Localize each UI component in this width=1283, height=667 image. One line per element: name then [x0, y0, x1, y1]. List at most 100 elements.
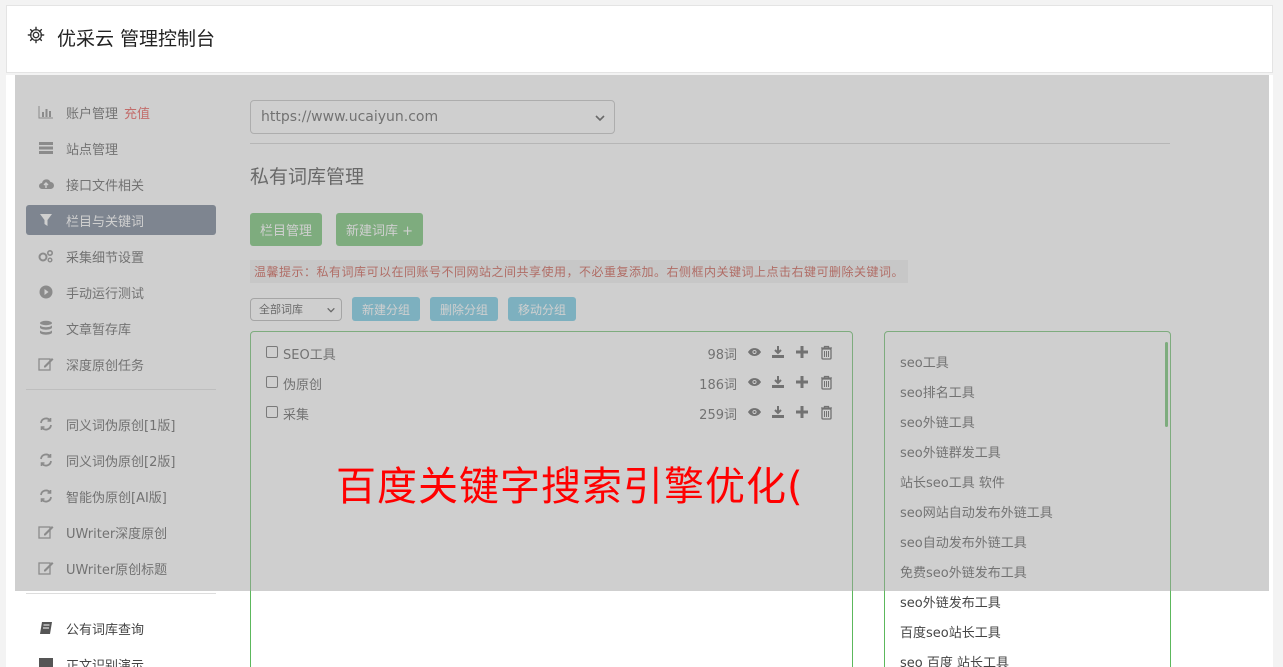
lexicon-row: 采集 259词	[251, 392, 852, 423]
keyword-item[interactable]: seo网站自动发布外链工具	[885, 496, 1170, 526]
move-group-button[interactable]: 移动分组	[508, 297, 577, 321]
sidebar-item-label: 站点管理	[66, 142, 119, 158]
gears-icon	[38, 248, 54, 264]
sidebar-divider	[26, 389, 216, 390]
site-select[interactable]: https://www.ucaiyun.com	[250, 100, 615, 134]
sidebar-item-sites[interactable]: 站点管理	[26, 133, 216, 163]
sidebar-item-synonym-v2[interactable]: 同义词伪原创[2版]	[26, 445, 216, 475]
sidebar-item-label: 正文识别演示	[66, 658, 145, 667]
book-icon	[38, 620, 54, 636]
lexicon-count: 259词	[699, 408, 737, 423]
play-icon	[38, 284, 54, 300]
column-manage-button[interactable]: 栏目管理	[250, 213, 323, 246]
keyword-item[interactable]: 站长seo工具 软件	[885, 466, 1170, 496]
sidebar-item-label: 同义词伪原创[1版]	[66, 418, 176, 434]
refresh-icon	[38, 452, 54, 468]
sidebar-item-label: 采集细节设置	[66, 250, 145, 266]
sidebar-item-article-storage[interactable]: 文章暂存库	[26, 313, 216, 343]
sidebar-item-uwriter-deep[interactable]: UWriter深度原创	[26, 517, 216, 547]
sidebar: 账户管理 充值 站点管理 接口文件相关 栏目与关键词 采集细节设置 手动运行测试…	[26, 97, 216, 667]
lexicon-count: 98词	[707, 348, 737, 363]
console-title: 优采云 管理控制台	[57, 28, 216, 50]
sidebar-item-label: 公有词库查询	[66, 622, 145, 638]
sidebar-item-deep-original[interactable]: 深度原创任务	[26, 349, 216, 379]
keyword-item[interactable]: seo外链工具	[885, 406, 1170, 436]
sidebar-item-label: 接口文件相关	[66, 178, 145, 194]
lexicon-name[interactable]: SEO工具	[283, 344, 336, 363]
eye-icon[interactable]	[746, 404, 762, 420]
scrollbar[interactable]	[1165, 342, 1168, 427]
keyword-item[interactable]: seo工具	[885, 346, 1170, 376]
edit-icon	[38, 524, 54, 540]
keyword-item[interactable]: seo外链群发工具	[885, 436, 1170, 466]
action-buttons: 栏目管理 新建词库 +	[250, 213, 1170, 246]
download-icon[interactable]	[770, 344, 786, 360]
bar-chart-icon	[38, 104, 54, 120]
recharge-link[interactable]: 充值	[124, 103, 150, 122]
sidebar-item-label: UWriter深度原创	[66, 526, 168, 542]
divider	[250, 143, 1170, 144]
plus-icon[interactable]	[794, 344, 810, 360]
gear-icon	[27, 26, 45, 44]
trash-icon[interactable]	[818, 344, 834, 360]
chevron-down-icon	[595, 115, 605, 122]
keyword-item[interactable]: seo排名工具	[885, 376, 1170, 406]
download-icon[interactable]	[770, 374, 786, 390]
cloud-upload-icon	[38, 176, 54, 192]
lexicon-row: 伪原创 186词	[251, 362, 852, 393]
keyword-item[interactable]: 百度seo站长工具	[885, 616, 1170, 646]
sidebar-item-interface[interactable]: 接口文件相关	[26, 169, 216, 199]
new-lexicon-button[interactable]: 新建词库 +	[336, 213, 424, 246]
sidebar-item-label: 账户管理	[66, 106, 119, 122]
server-icon	[38, 140, 54, 156]
sidebar-item-label: 手动运行测试	[66, 286, 145, 302]
edit-icon	[38, 356, 54, 372]
eye-icon[interactable]	[746, 344, 762, 360]
sidebar-item-public-lexicon[interactable]: 公有词库查询	[26, 613, 216, 643]
download-icon[interactable]	[770, 404, 786, 420]
eye-icon[interactable]	[746, 374, 762, 390]
chevron-down-icon	[327, 307, 335, 313]
filter-icon	[38, 212, 54, 228]
keyword-item[interactable]: seo自动发布外链工具	[885, 526, 1170, 556]
lexicon-checkbox[interactable]	[266, 346, 278, 358]
keyword-item[interactable]: seo 百度 站长工具	[885, 646, 1170, 667]
sidebar-item-uwriter-title[interactable]: UWriter原创标题	[26, 553, 216, 583]
monitor-icon	[38, 656, 54, 667]
sidebar-item-label: 栏目与关键词	[66, 214, 145, 230]
sidebar-item-synonym-v1[interactable]: 同义词伪原创[1版]	[26, 409, 216, 439]
database-icon	[38, 320, 54, 336]
lexicon-name[interactable]: 伪原创	[283, 374, 322, 393]
keyword-item[interactable]: seo外链发布工具	[885, 586, 1170, 616]
sidebar-item-label: 深度原创任务	[66, 358, 145, 374]
keyword-item[interactable]: 免费seo外链发布工具	[885, 556, 1170, 586]
top-bar: 优采云 管理控制台	[6, 5, 1273, 73]
sidebar-item-columns-keywords[interactable]: 栏目与关键词	[26, 205, 216, 235]
sidebar-item-ai-rewrite[interactable]: 智能伪原创[AI版]	[26, 481, 216, 511]
new-group-button[interactable]: 新建分组	[352, 297, 421, 321]
sidebar-item-label: 智能伪原创[AI版]	[66, 490, 167, 506]
content-panel: 账户管理 充值 站点管理 接口文件相关 栏目与关键词 采集细节设置 手动运行测试…	[6, 75, 1273, 667]
sidebar-item-text-recognition[interactable]: 正文识别演示	[26, 649, 216, 667]
sidebar-item-account[interactable]: 账户管理 充值	[26, 97, 216, 127]
lexicon-name[interactable]: 采集	[283, 404, 309, 423]
trash-icon[interactable]	[818, 374, 834, 390]
main-content: https://www.ucaiyun.com 私有词库管理 栏目管理 新建词库…	[250, 100, 1171, 667]
sidebar-item-manual-run[interactable]: 手动运行测试	[26, 277, 216, 307]
trash-icon[interactable]	[818, 404, 834, 420]
lexicon-checkbox[interactable]	[266, 406, 278, 418]
plus-icon[interactable]	[794, 404, 810, 420]
group-select[interactable]: 全部词库	[250, 297, 342, 321]
delete-group-button[interactable]: 删除分组	[430, 297, 499, 321]
sidebar-item-label: 文章暂存库	[66, 322, 132, 338]
sidebar-item-label: 同义词伪原创[2版]	[66, 454, 176, 470]
lexicon-row: SEO工具 98词	[251, 332, 852, 363]
edit-icon	[38, 560, 54, 576]
sidebar-item-collect-settings[interactable]: 采集细节设置	[26, 241, 216, 271]
keyword-list: seo工具 seo排名工具 seo外链工具 seo外链群发工具 站长seo工具 …	[884, 331, 1171, 667]
site-select-value: https://www.ucaiyun.com	[261, 109, 439, 125]
plus-icon[interactable]	[794, 374, 810, 390]
group-toolbar: 全部词库 新建分组 删除分组 移动分组	[250, 297, 1170, 321]
lexicon-checkbox[interactable]	[266, 376, 278, 388]
page-title: 私有词库管理	[250, 166, 365, 188]
